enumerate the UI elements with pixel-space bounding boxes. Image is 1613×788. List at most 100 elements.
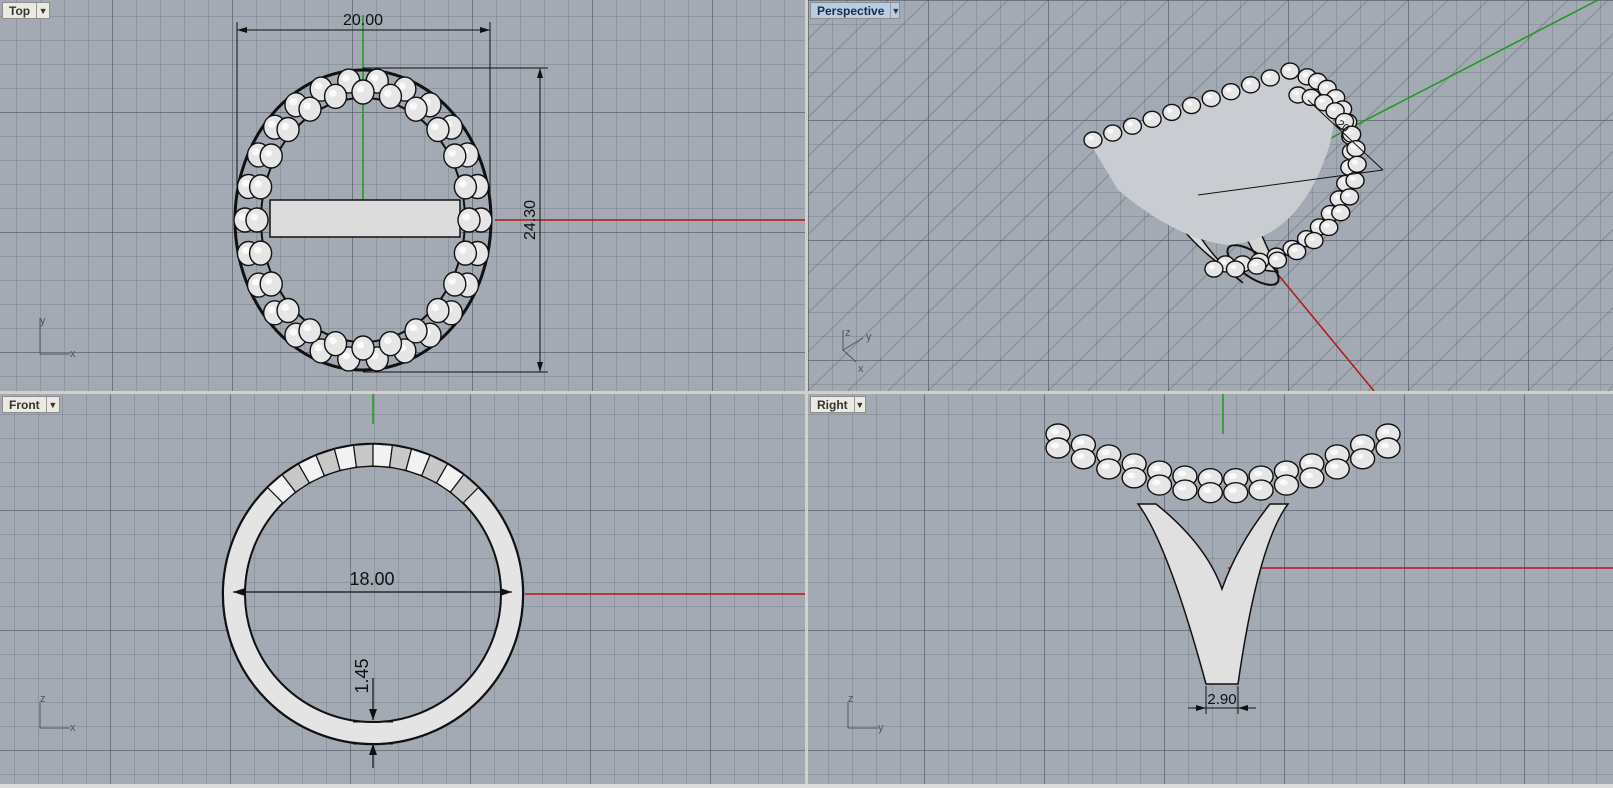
bead-highlight xyxy=(1076,453,1085,460)
bead-highlight xyxy=(268,120,276,128)
bead-highlight xyxy=(314,82,323,90)
bead-highlight xyxy=(1087,135,1094,141)
bead-highlight xyxy=(289,98,298,106)
bead-highlight xyxy=(342,74,350,82)
bead-highlight xyxy=(1101,449,1110,456)
bead-highlight xyxy=(303,102,312,110)
bead-highlight xyxy=(264,149,273,157)
bead-highlight xyxy=(1152,465,1161,472)
bead xyxy=(404,96,428,122)
grid-line xyxy=(1407,189,1613,391)
bead xyxy=(298,96,322,122)
bead-highlight xyxy=(1225,87,1232,93)
bead-highlight xyxy=(1321,83,1329,89)
bead-highlight xyxy=(448,149,456,157)
bead-highlight xyxy=(383,89,392,97)
axis-label-x: x xyxy=(70,722,76,734)
bead-highlight xyxy=(383,337,392,345)
bead xyxy=(443,271,467,297)
bead xyxy=(1349,448,1376,470)
bead xyxy=(1197,481,1224,504)
bead-highlight xyxy=(289,328,298,336)
ring-shank-profile xyxy=(1136,503,1290,685)
bead xyxy=(259,143,283,169)
dimension-shank-width: 2.90 xyxy=(1188,686,1256,714)
chevron-down-icon[interactable]: ▼ xyxy=(36,3,49,18)
bead-highlight xyxy=(458,180,467,188)
tab-top[interactable]: Top ▼ xyxy=(2,2,50,19)
tab-right[interactable]: Right ▼ xyxy=(810,396,866,413)
bead-highlight xyxy=(1308,236,1315,241)
bead-highlight xyxy=(1272,255,1279,261)
bead xyxy=(404,318,428,344)
axis-label-x: x xyxy=(70,348,76,360)
right-view-scene: 2.90 z y xyxy=(847,394,1613,734)
bead xyxy=(276,116,300,143)
bead xyxy=(298,318,322,344)
bead-highlight xyxy=(431,303,440,312)
bead xyxy=(1346,139,1366,158)
bead xyxy=(1304,231,1324,250)
bead xyxy=(1045,437,1071,459)
bead-highlight xyxy=(409,324,418,332)
bead-highlight xyxy=(1330,463,1339,470)
grid-line xyxy=(1487,268,1613,391)
bead xyxy=(378,83,403,110)
bead-highlight xyxy=(254,246,262,254)
bead-highlight xyxy=(241,179,250,188)
bead-highlight xyxy=(458,246,467,254)
bead-highlight xyxy=(1335,208,1342,214)
viewport-top[interactable]: 20.00 24.30 y x Top ▼ xyxy=(0,0,805,391)
bead xyxy=(1347,155,1367,174)
chevron-down-icon[interactable]: ▼ xyxy=(853,397,865,412)
bead-highlight xyxy=(1101,463,1110,470)
bead xyxy=(1221,83,1241,101)
bead xyxy=(1260,69,1281,87)
grid-line xyxy=(1567,346,1613,391)
bead xyxy=(453,174,478,200)
bead-highlight xyxy=(1292,90,1299,96)
bead-highlight xyxy=(1230,264,1237,270)
bead xyxy=(1204,260,1224,278)
bead-highlight xyxy=(251,148,260,156)
tab-front[interactable]: Front ▼ xyxy=(2,396,60,413)
ring-segment xyxy=(352,443,374,468)
bead xyxy=(259,271,283,297)
tab-perspective[interactable]: Perspective ▼ xyxy=(810,2,900,19)
bead-highlight xyxy=(1245,80,1252,86)
bead-highlight xyxy=(314,344,323,352)
viewport-title-front: Front xyxy=(9,397,40,412)
bead-highlight xyxy=(1050,428,1060,435)
bead xyxy=(1142,110,1162,129)
bead-highlight xyxy=(1076,439,1085,446)
bead-highlight xyxy=(1323,223,1330,228)
bead xyxy=(351,79,375,105)
bead xyxy=(248,240,273,266)
bead-highlight xyxy=(1152,479,1161,486)
bead-highlight xyxy=(1284,66,1291,72)
viewport-perspective[interactable]: 20 z y x Perspective ▼ xyxy=(808,0,1613,391)
bead xyxy=(1240,76,1261,94)
viewport-right[interactable]: 2.90 z y Right ▼ xyxy=(808,394,1613,788)
bead-highlight xyxy=(241,246,250,255)
perspective-view-scene: 20 z y x xyxy=(808,0,1613,391)
bead xyxy=(1070,448,1097,470)
chevron-down-icon[interactable]: ▼ xyxy=(45,397,59,412)
bead-highlight xyxy=(356,85,365,93)
bead-highlight xyxy=(1203,473,1212,480)
bead xyxy=(248,174,273,200)
ring-shank xyxy=(269,199,461,238)
bead xyxy=(457,207,481,233)
bead-highlight xyxy=(250,213,259,221)
bead xyxy=(453,240,478,266)
bead xyxy=(443,143,467,169)
viewport-title-top: Top xyxy=(9,3,31,18)
bead xyxy=(1172,479,1198,501)
axis-indicator-icon xyxy=(847,702,878,729)
viewport-front[interactable]: 18.00 1.45 z x Front ▼ xyxy=(0,394,805,788)
bead xyxy=(1273,474,1300,496)
bead-highlight xyxy=(1126,472,1136,479)
bead-highlight xyxy=(342,352,350,360)
bead-highlight xyxy=(1264,73,1272,79)
chevron-down-icon[interactable]: ▼ xyxy=(890,3,900,18)
